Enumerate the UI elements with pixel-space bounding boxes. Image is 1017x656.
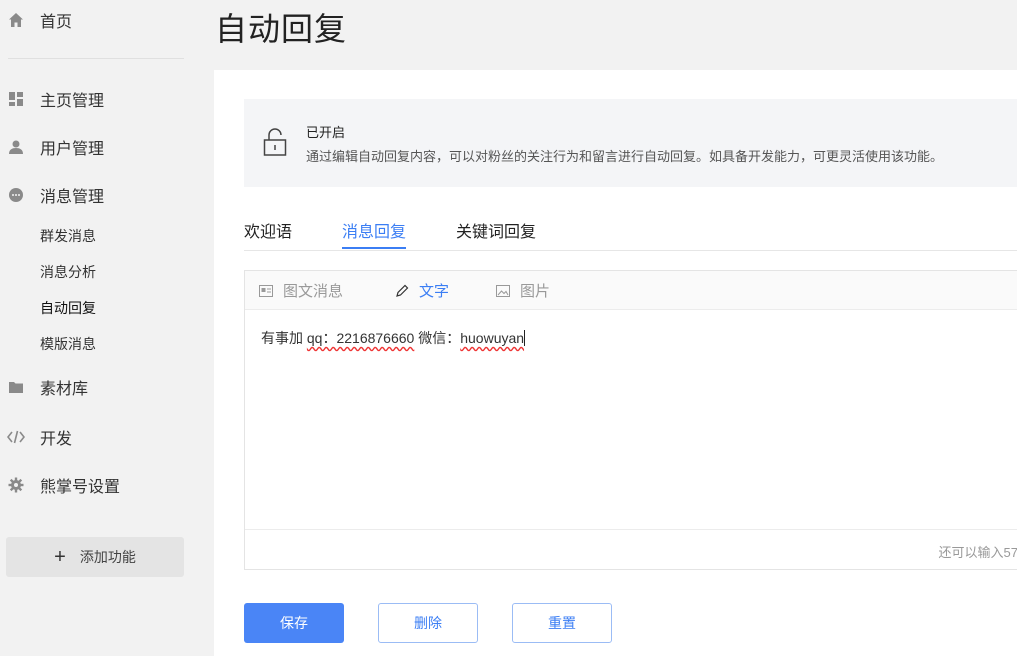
article-icon (259, 284, 273, 297)
sidebar-subitem-mass-message[interactable]: 群发消息 (40, 226, 96, 246)
sidebar-item-users[interactable]: 用户管理 (0, 132, 190, 162)
sidebar-item-home[interactable]: 首页 (0, 5, 190, 35)
gear-icon (7, 476, 25, 494)
notice-description: 通过编辑自动回复内容，可以对粉丝的关注行为和留言进行自动回复。如具备开发能力，可… (306, 149, 944, 164)
status-notice: 已开启 通过编辑自动回复内容，可以对粉丝的关注行为和留言进行自动回复。如具备开发… (244, 99, 1017, 187)
sidebar-item-label: 开发 (40, 431, 73, 448)
char-counter: 还可以输入57 (938, 545, 1017, 560)
sidebar-item-label: 素材库 (40, 381, 89, 398)
add-feature-label: 添加功能 (79, 549, 136, 565)
sidebar-subitem-auto-reply[interactable]: 自动回复 (40, 298, 96, 318)
reply-editor: 图文消息 文字 图片 有事加 qq：2216876660 微信：huowuyan… (244, 270, 1017, 570)
user-icon (7, 138, 25, 156)
add-feature-button[interactable]: + 添加功能 (6, 537, 184, 577)
active-tab-indicator (342, 247, 406, 249)
sidebar: 首页 主页管理 用户管理 消息管理 群发消息 消息分析 自动回复 模版消息 素材… (0, 0, 200, 656)
reset-button[interactable]: 重置 (512, 603, 612, 643)
sidebar-subitem-template-message[interactable]: 模版消息 (40, 334, 96, 354)
sidebar-item-label: 用户管理 (40, 141, 105, 158)
chat-icon (7, 186, 25, 204)
image-icon (496, 284, 510, 297)
tab-message-reply[interactable]: 消息回复 (342, 218, 406, 242)
text-caret (524, 330, 526, 346)
sidebar-item-develop[interactable]: 开发 (0, 422, 190, 452)
sidebar-divider (8, 58, 184, 59)
delete-button[interactable]: 删除 (378, 603, 478, 643)
pencil-icon (395, 284, 409, 298)
tool-image[interactable]: 图片 (496, 280, 550, 301)
code-icon (7, 428, 25, 446)
sidebar-item-label: 熊掌号设置 (40, 479, 121, 496)
folder-icon (7, 378, 25, 396)
sidebar-item-homepage-manage[interactable]: 主页管理 (0, 84, 190, 114)
tool-text[interactable]: 文字 (395, 280, 449, 301)
reply-text-qq: qq：2216876660 (306, 330, 415, 346)
unlock-icon (263, 127, 287, 162)
sidebar-item-settings[interactable]: 熊掌号设置 (0, 470, 190, 500)
sidebar-subitem-message-analysis[interactable]: 消息分析 (40, 262, 96, 282)
reply-text-wechat: huowuyan (460, 330, 525, 346)
dashboard-icon (7, 90, 25, 108)
tab-welcome[interactable]: 欢迎语 (244, 218, 292, 242)
plus-icon: + (54, 545, 66, 568)
home-icon (7, 11, 25, 29)
tool-label: 图文消息 (283, 283, 344, 300)
reply-text-segment: 微信： (414, 330, 461, 346)
sidebar-item-label: 主页管理 (40, 93, 105, 110)
reply-text-segment: 有事加 (261, 330, 307, 346)
reply-text-input[interactable]: 有事加 qq：2216876660 微信：huowuyan (261, 328, 526, 348)
sidebar-item-messages[interactable]: 消息管理 (0, 180, 190, 210)
editor-toolbar: 图文消息 文字 图片 (245, 271, 1017, 310)
page-title: 自动回复 (215, 11, 348, 47)
tool-label: 图片 (520, 283, 551, 300)
tool-article[interactable]: 图文消息 (259, 280, 343, 301)
reply-tabs: 欢迎语 消息回复 关键词回复 (244, 210, 1017, 251)
editor-footer: 还可以输入57 (245, 529, 1017, 570)
notice-title: 已开启 (306, 125, 346, 140)
sidebar-item-label: 首页 (40, 14, 73, 31)
save-button[interactable]: 保存 (244, 603, 344, 643)
tool-label: 文字 (419, 283, 450, 300)
main-panel: 已开启 通过编辑自动回复内容，可以对粉丝的关注行为和留言进行自动回复。如具备开发… (214, 70, 1017, 656)
sidebar-item-materials[interactable]: 素材库 (0, 372, 190, 402)
sidebar-item-label: 消息管理 (40, 189, 105, 206)
tab-keyword-reply[interactable]: 关键词回复 (456, 218, 536, 242)
